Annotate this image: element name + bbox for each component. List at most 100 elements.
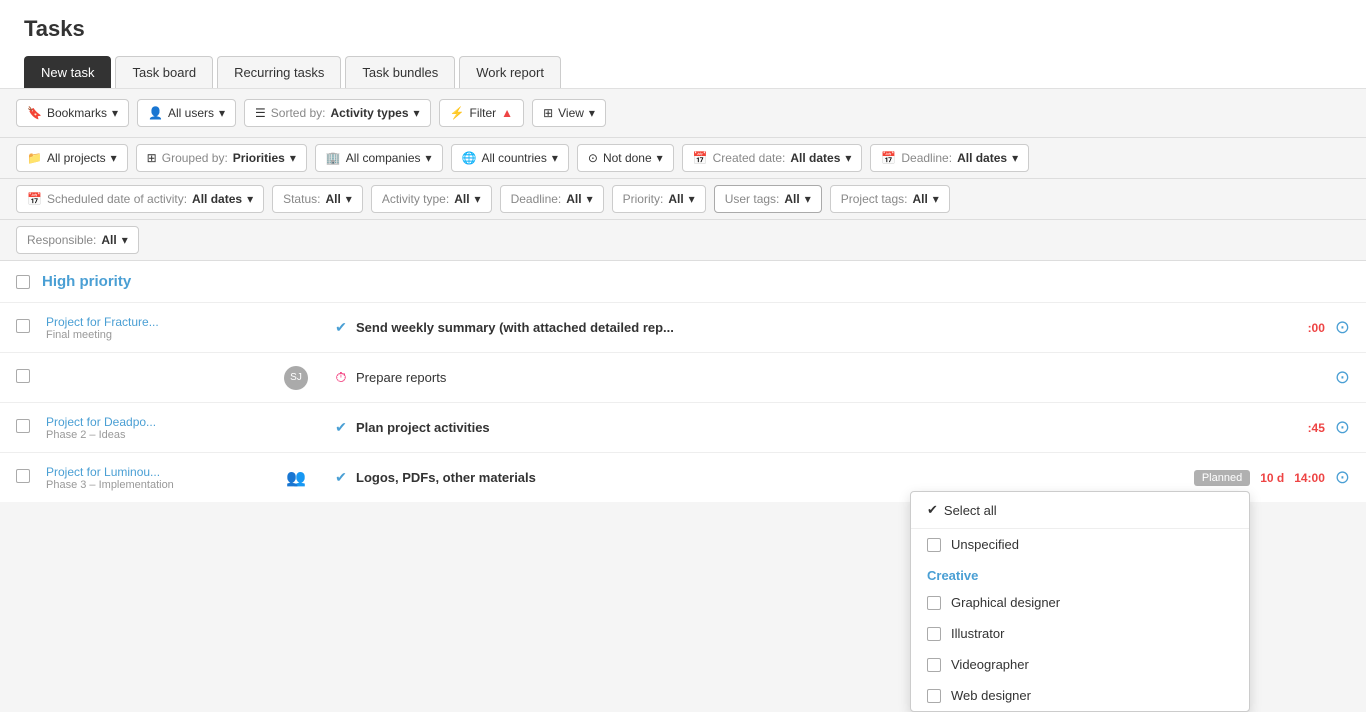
deadline-btn[interactable]: 📅 Deadline: All dates ▾ xyxy=(870,144,1029,172)
planned-badge: Planned xyxy=(1194,470,1250,486)
dropdown-item-graphical-designer[interactable]: Graphical designer xyxy=(911,587,1249,618)
project-phase: Final meeting xyxy=(46,329,266,341)
tab-recurring-tasks[interactable]: Recurring tasks xyxy=(217,56,341,88)
row-checkbox[interactable] xyxy=(16,369,30,383)
activity-type-btn[interactable]: Activity type: All ▾ xyxy=(371,185,492,213)
project-col: Project for Luminou... Phase 3 – Impleme… xyxy=(46,465,266,491)
item-checkbox[interactable] xyxy=(927,596,941,610)
tab-task-bundles[interactable]: Task bundles xyxy=(345,56,455,88)
project-name[interactable]: Project for Fracture... xyxy=(46,315,266,329)
chevron-down-icon: ▾ xyxy=(552,151,558,165)
complete-icon[interactable]: ⊙ xyxy=(1335,317,1350,338)
bookmarks-btn[interactable]: 🔖 Bookmarks ▾ xyxy=(16,99,129,127)
dropdown-item-unspecified[interactable]: Unspecified xyxy=(911,529,1249,560)
select-all-checkbox[interactable] xyxy=(16,275,30,289)
chevron-down-icon: ▾ xyxy=(587,192,593,206)
meta-col: ⊙ xyxy=(1335,367,1350,388)
row-checkbox-col xyxy=(16,469,46,486)
dropdown-item-videographer[interactable]: Videographer xyxy=(911,649,1249,680)
grouped-by-btn[interactable]: ⊞ Grouped by: Priorities ▾ xyxy=(136,144,307,172)
priority-btn[interactable]: Priority: All ▾ xyxy=(612,185,706,213)
bookmark-icon: 🔖 xyxy=(27,106,42,120)
view-icon: ⊞ xyxy=(543,106,553,120)
page-header: Tasks New task Task board Recurring task… xyxy=(0,0,1366,89)
task-name: Prepare reports xyxy=(356,370,446,385)
chevron-down-icon: ▾ xyxy=(122,233,128,247)
people-icon: 👥 xyxy=(286,470,306,487)
row-checkbox-col xyxy=(16,369,46,386)
item-checkbox[interactable] xyxy=(927,689,941,703)
chevron-down-icon: ▾ xyxy=(689,192,695,206)
row-checkbox[interactable] xyxy=(16,419,30,433)
tab-new-task[interactable]: New task xyxy=(24,56,111,88)
chevron-down-icon: ▾ xyxy=(426,151,432,165)
item-checkbox[interactable] xyxy=(927,538,941,552)
task-name-col: Send weekly summary (with attached detai… xyxy=(356,320,1308,335)
task-name-col: Prepare reports xyxy=(356,370,1335,385)
project-name[interactable]: Project for Luminou... xyxy=(46,465,266,479)
task-name: Plan project activities xyxy=(356,420,490,435)
scheduled-date-btn[interactable]: 📅 Scheduled date of activity: All dates … xyxy=(16,185,264,213)
deadline-icon: 📅 xyxy=(881,151,896,165)
item-checkbox[interactable] xyxy=(927,658,941,672)
dropdown-item-web-designer[interactable]: Web designer xyxy=(911,680,1249,711)
chevron-up-icon: ▲ xyxy=(501,106,513,120)
chevron-down-icon: ▾ xyxy=(589,106,595,120)
row-checkbox-col xyxy=(16,319,46,336)
meta-col: Planned 10 d 14:00 ⊙ xyxy=(1194,467,1350,488)
all-companies-btn[interactable]: 🏢 All companies ▾ xyxy=(315,144,443,172)
sorted-by-btn[interactable]: ☰ Sorted by: Activity types ▾ xyxy=(244,99,431,127)
tab-bar: New task Task board Recurring tasks Task… xyxy=(24,56,1342,88)
assignee-col: 👥 xyxy=(266,468,326,488)
chevron-down-icon: ▾ xyxy=(111,151,117,165)
project-col: Project for Deadpo... Phase 2 – Ideas xyxy=(46,415,266,441)
filter-btn[interactable]: ⚡ Filter ▲ xyxy=(439,99,525,127)
project-name[interactable]: Project for Deadpo... xyxy=(46,415,266,429)
dropdown-category-creative: Creative xyxy=(911,560,1249,587)
user-tags-dropdown: ✔ Select all Unspecified Creative Graphi… xyxy=(910,491,1250,712)
created-date-btn[interactable]: 📅 Created date: All dates ▾ xyxy=(682,144,863,172)
all-projects-btn[interactable]: 📁 All projects ▾ xyxy=(16,144,128,172)
chevron-down-icon: ▾ xyxy=(1012,151,1018,165)
toolbar-row3: 📅 Scheduled date of activity: All dates … xyxy=(0,179,1366,220)
all-users-btn[interactable]: 👤 All users ▾ xyxy=(137,99,236,127)
chevron-down-icon: ▾ xyxy=(219,106,225,120)
complete-icon[interactable]: ⊙ xyxy=(1335,367,1350,388)
not-done-btn[interactable]: ⊙ Not done ▾ xyxy=(577,144,674,172)
complete-icon[interactable]: ⊙ xyxy=(1335,417,1350,438)
chevron-down-icon: ▾ xyxy=(933,192,939,206)
chevron-down-icon: ▾ xyxy=(346,192,352,206)
project-col: Project for Fracture... Final meeting xyxy=(46,315,266,341)
table-row: Project for Deadpo... Phase 2 – Ideas ✔ … xyxy=(0,402,1366,452)
status-icon-col: ✔ xyxy=(326,319,356,336)
task-name-col: Logos, PDFs, other materials xyxy=(356,470,1194,485)
project-phase: Phase 3 – Implementation xyxy=(46,479,266,491)
chevron-down-icon: ▾ xyxy=(805,192,811,206)
all-countries-btn[interactable]: 🌐 All countries ▾ xyxy=(451,144,569,172)
calendar-icon: 📅 xyxy=(693,151,708,165)
complete-icon[interactable]: ⊙ xyxy=(1335,467,1350,488)
row-checkbox[interactable] xyxy=(16,319,30,333)
view-btn[interactable]: ⊞ View ▾ xyxy=(532,99,606,127)
projects-icon: 📁 xyxy=(27,151,42,165)
task-name: Logos, PDFs, other materials xyxy=(356,470,536,485)
task-time: :00 xyxy=(1308,321,1325,335)
row-checkbox-col xyxy=(16,419,46,436)
tab-task-board[interactable]: Task board xyxy=(115,56,213,88)
dropdown-select-all[interactable]: ✔ Select all xyxy=(911,492,1249,529)
tab-work-report[interactable]: Work report xyxy=(459,56,561,88)
row-checkbox[interactable] xyxy=(16,469,30,483)
project-tags-btn[interactable]: Project tags: All ▾ xyxy=(830,185,950,213)
deadline-all-btn[interactable]: Deadline: All ▾ xyxy=(500,185,604,213)
filter-icon: ⚡ xyxy=(450,106,465,120)
section-header-high-priority: High priority xyxy=(0,261,1366,302)
user-tags-btn[interactable]: User tags: All ▾ xyxy=(714,185,822,213)
sched-icon: 📅 xyxy=(27,192,42,206)
meta-col: :00 ⊙ xyxy=(1308,317,1350,338)
status-btn[interactable]: Status: All ▾ xyxy=(272,185,363,213)
task-time: :45 xyxy=(1308,421,1325,435)
content-area: High priority Project for Fracture... Fi… xyxy=(0,261,1366,502)
toolbar-row2: 📁 All projects ▾ ⊞ Grouped by: Prioritie… xyxy=(0,138,1366,179)
responsible-btn[interactable]: Responsible: All ▾ xyxy=(16,226,139,254)
table-row: Project for Fracture... Final meeting ✔ … xyxy=(0,302,1366,352)
